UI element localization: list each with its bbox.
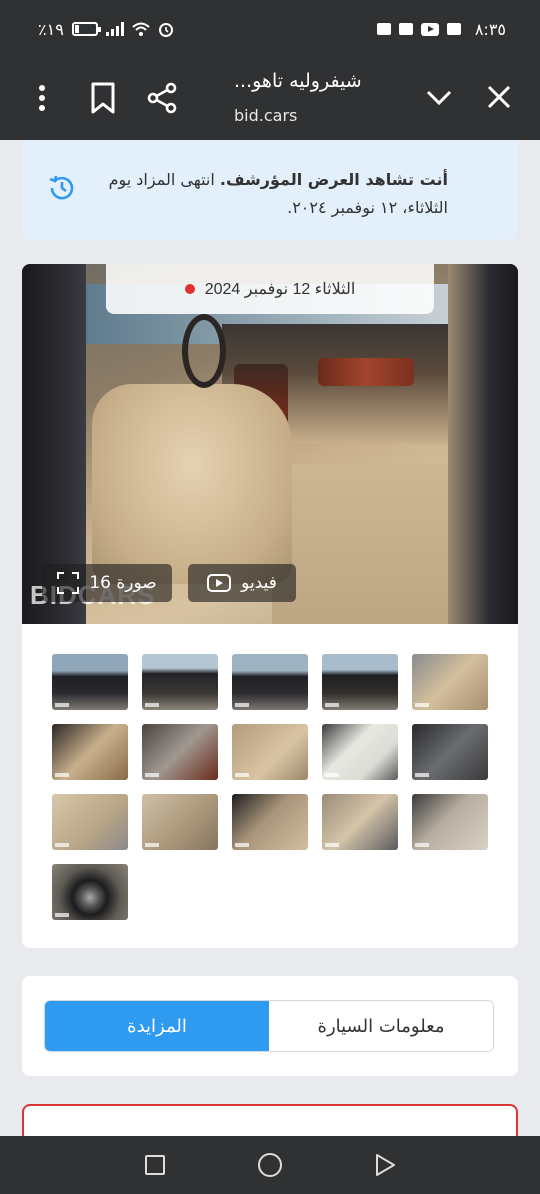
thumbnail[interactable] (232, 654, 308, 710)
play-icon (207, 574, 232, 592)
thumbnail[interactable] (412, 794, 488, 850)
thumbnail[interactable] (142, 654, 218, 710)
notice-bold: أنت تشاهد العرض المؤرشف. (219, 170, 448, 189)
battery-percent: ٪١٩ (38, 19, 64, 39)
photos-label: صورة 16 (89, 573, 157, 593)
thumbnail[interactable] (322, 794, 398, 850)
clock: ٨:٣٥ (474, 19, 506, 39)
history-icon (49, 175, 74, 200)
auction-date: الثلاثاء 12 نوفمبر 2024 (204, 281, 356, 298)
thumbnail[interactable] (142, 724, 218, 780)
thumbnail[interactable] (52, 794, 128, 850)
back-icon[interactable] (374, 1153, 396, 1177)
thumbnail[interactable] (232, 794, 308, 850)
thumbnail[interactable] (322, 654, 398, 710)
close-icon[interactable] (484, 82, 514, 112)
details-tabs-card: المزايدة معلومات السيارة (22, 976, 518, 1076)
tab-car-info[interactable]: معلومات السيارة (269, 1001, 493, 1051)
thumbnail[interactable] (322, 724, 398, 780)
share-icon[interactable] (146, 82, 178, 114)
page-title: شيفروليه تاهو... (234, 70, 362, 92)
bookmark-icon[interactable] (90, 82, 116, 114)
thumbnail[interactable] (412, 724, 488, 780)
system-navigation-bar (0, 1136, 540, 1194)
browser-toolbar: شيفروليه تاهو... bid.cars (0, 58, 540, 140)
thumbnail[interactable] (142, 794, 218, 850)
thumbnail[interactable] (52, 864, 128, 920)
battery-icon (71, 22, 101, 36)
photo-gallery: الثلاثاء 12 نوفمبر 2024 BIDCARS فيديو صو… (22, 264, 518, 948)
photos-count-button[interactable]: صورة 16 (42, 564, 172, 602)
notification-icon (446, 23, 461, 35)
page-url[interactable]: bid.cars (234, 106, 297, 125)
thumbnail[interactable] (52, 724, 128, 780)
more-options-icon[interactable] (30, 82, 54, 114)
video-label: فيديو (241, 573, 277, 593)
status-right: ٨:٣٥ (376, 19, 506, 39)
tab-auction[interactable]: المزايدة (45, 1001, 269, 1051)
status-dot-icon (184, 284, 195, 294)
status-bar: ٪١٩ ٨:٣٥ (0, 0, 540, 58)
notification-icon (398, 23, 413, 35)
wifi-icon (132, 22, 150, 36)
expand-icon (57, 572, 80, 594)
thumbnail[interactable] (232, 724, 308, 780)
video-button[interactable]: فيديو (188, 564, 296, 602)
home-icon[interactable] (258, 1153, 282, 1177)
auction-date-badge: الثلاثاء 12 نوفمبر 2024 (106, 264, 434, 314)
status-left: ٪١٩ (38, 20, 174, 39)
signal-icon (105, 22, 124, 36)
thumbnail[interactable] (412, 654, 488, 710)
alert-card (22, 1104, 518, 1136)
main-photo[interactable]: الثلاثاء 12 نوفمبر 2024 BIDCARS فيديو صو… (22, 264, 518, 624)
archived-notice: أنت تشاهد العرض المؤرشف. انتهى المزاد يو… (22, 140, 518, 240)
thumbnail-grid (52, 654, 488, 920)
recent-apps-icon[interactable] (145, 1155, 165, 1175)
notification-icon (376, 23, 391, 35)
notice-text: أنت تشاهد العرض المؤرشف. انتهى المزاد يو… (88, 166, 448, 222)
page-content: أنت تشاهد العرض المؤرشف. انتهى المزاد يو… (0, 140, 540, 1136)
details-tabs: المزايدة معلومات السيارة (44, 1000, 494, 1052)
alarm-icon (158, 23, 173, 37)
chevron-down-icon[interactable] (424, 82, 454, 112)
thumbnail[interactable] (52, 654, 128, 710)
youtube-icon (420, 22, 439, 36)
